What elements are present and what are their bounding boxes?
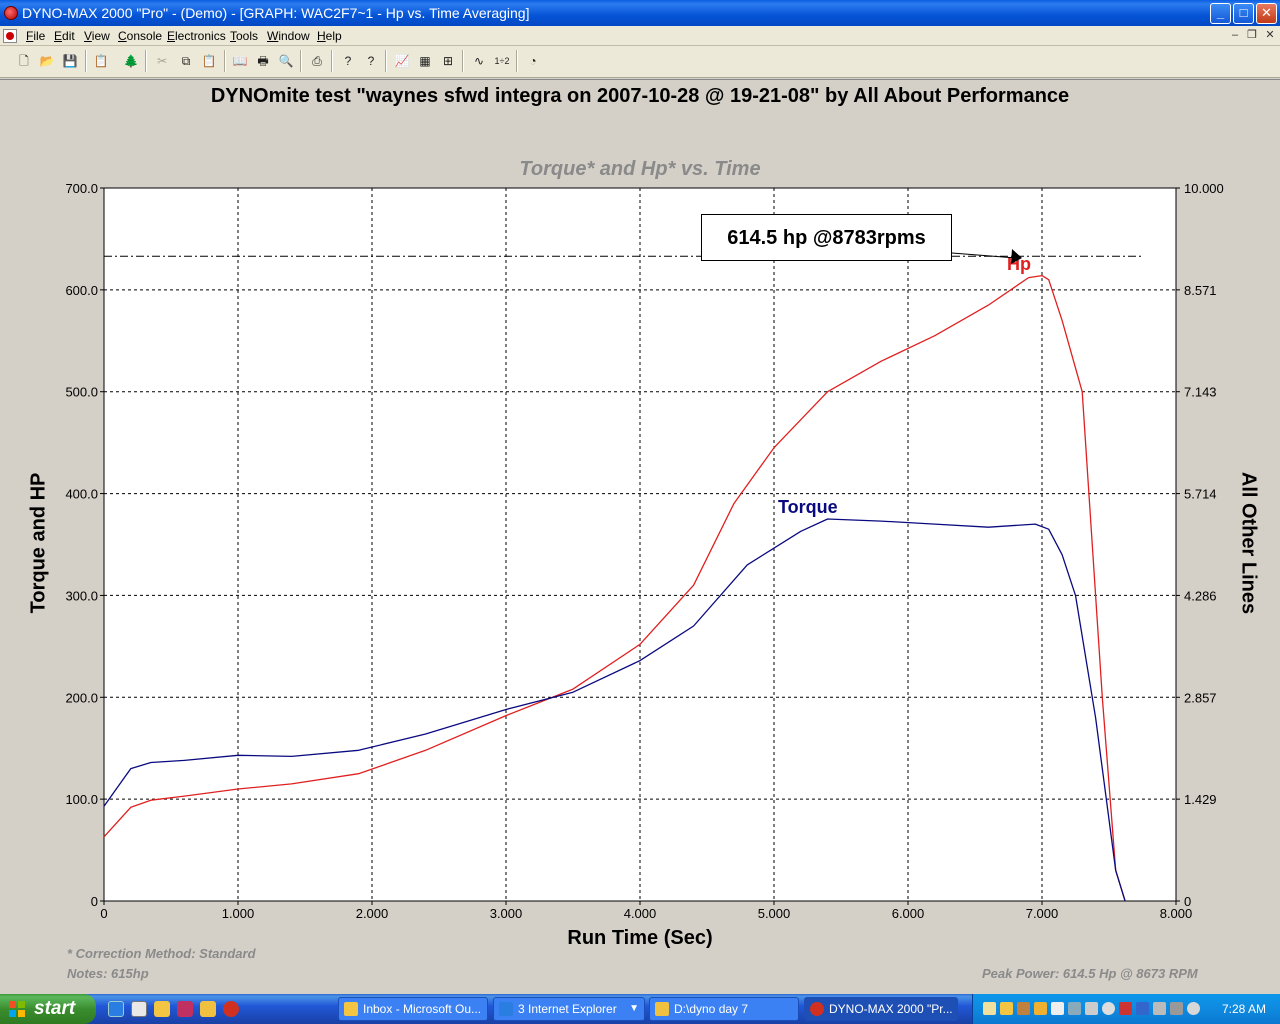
peak-power-note: Peak Power: 614.5 Hp @ 8673 RPM [982, 966, 1198, 981]
connection-tray-icon[interactable] [1068, 1002, 1081, 1015]
y-tick-label-right: 5.714 [1184, 487, 1217, 502]
mail-tray-icon[interactable] [983, 1002, 996, 1015]
x-tick-label: 1.000 [222, 906, 255, 921]
peak-annotation: 614.5 hp @8783rpms [701, 214, 952, 261]
task-label: Inbox - Microsoft Ou... [363, 1002, 482, 1016]
folder-quicklaunch-icon[interactable] [200, 1001, 216, 1017]
outlook-icon [344, 1002, 358, 1016]
task-label: 3 Internet Explorer [518, 1002, 617, 1016]
x-tick-label: 2.000 [356, 906, 389, 921]
power-tray-icon[interactable] [1187, 1002, 1200, 1015]
update-tray-icon[interactable] [1102, 1002, 1115, 1015]
windows-logo-icon [9, 1001, 25, 1017]
show-desktop-icon[interactable] [131, 1001, 147, 1017]
y-tick-label-right: 10.000 [1184, 181, 1224, 196]
chevron-down-icon: ▼ [629, 1003, 639, 1014]
y-tick-label-left: 0 [91, 894, 98, 909]
y-tick-label-right: 2.857 [1184, 690, 1217, 705]
x-tick-label: 3.000 [490, 906, 523, 921]
clock: 7:28 AM [1221, 1002, 1266, 1016]
y-tick-label-left: 100.0 [65, 792, 98, 807]
ie-quicklaunch-icon[interactable] [108, 1001, 124, 1017]
app-quicklaunch-icon[interactable] [177, 1001, 193, 1017]
correction-method-note: * Correction Method: Standard [67, 946, 256, 961]
start-button[interactable]: start [0, 994, 96, 1024]
task-folder[interactable]: D:\dyno day 7 [649, 997, 799, 1021]
taskbar: start Inbox - Microsoft Ou... 3 Internet… [0, 994, 1280, 1024]
notes-text: Notes: 615hp [67, 966, 149, 981]
messenger-tray-icon[interactable] [1000, 1002, 1013, 1015]
tool-tray-icon[interactable] [1085, 1002, 1098, 1015]
x-tick-label: 6.000 [892, 906, 925, 921]
volume-tray-icon[interactable] [1170, 1002, 1183, 1015]
y-tick-label-right: 7.143 [1184, 385, 1217, 400]
display-tray-icon[interactable] [1153, 1002, 1166, 1015]
y-axis-right-label: All Other Lines [1237, 471, 1260, 615]
ie-icon [499, 1002, 513, 1016]
x-tick-label: 4.000 [624, 906, 657, 921]
outlook-tray-icon[interactable] [1034, 1002, 1047, 1015]
task-outlook[interactable]: Inbox - Microsoft Ou... [338, 997, 488, 1021]
series-label-torque: Torque [778, 497, 838, 517]
y-tick-label-left: 500.0 [65, 385, 98, 400]
y-tick-label-right: 1.429 [1184, 792, 1217, 807]
y-axis-left-label: Torque and HP [27, 472, 50, 614]
y-tick-label-right: 8.571 [1184, 283, 1217, 298]
chart-plot: 0 1.000 2.000 3.000 4.000 5.000 6.000 7.000 8.00… [65, 181, 1224, 921]
dynomax-quicklaunch-icon[interactable] [223, 1001, 239, 1017]
y-tick-label-right: 0 [1184, 894, 1191, 909]
system-tray: 7:28 AM [972, 994, 1280, 1024]
task-label: D:\dyno day 7 [674, 1002, 749, 1016]
dynomax-icon [810, 1002, 824, 1016]
start-label: start [34, 998, 76, 1019]
y-tick-label-left: 200.0 [65, 690, 98, 705]
task-dynomax[interactable]: DYNO-MAX 2000 "Pr... [804, 997, 958, 1021]
y-tick-label-left: 400.0 [65, 487, 98, 502]
bluetooth-tray-icon[interactable] [1136, 1002, 1149, 1015]
task-internet-explorer[interactable]: 3 Internet Explorer ▼ [493, 997, 645, 1021]
y-tick-label-left: 600.0 [65, 283, 98, 298]
x-tick-label: 7.000 [1026, 906, 1059, 921]
y-tick-label-left: 700.0 [65, 181, 98, 196]
task-label: DYNO-MAX 2000 "Pr... [829, 1002, 953, 1016]
outlook-quicklaunch-icon[interactable] [154, 1001, 170, 1017]
network-tray-icon[interactable] [1017, 1002, 1030, 1015]
y-tick-label-right: 4.286 [1184, 588, 1217, 603]
folder-icon [655, 1002, 669, 1016]
x-tick-label: 0 [100, 906, 107, 921]
antivirus-tray-icon[interactable] [1119, 1002, 1132, 1015]
x-axis-label: Run Time (Sec) [567, 927, 713, 949]
x-tick-label: 5.000 [758, 906, 791, 921]
y-tick-label-left: 300.0 [65, 588, 98, 603]
clock-tray-icon[interactable] [1051, 1002, 1064, 1015]
